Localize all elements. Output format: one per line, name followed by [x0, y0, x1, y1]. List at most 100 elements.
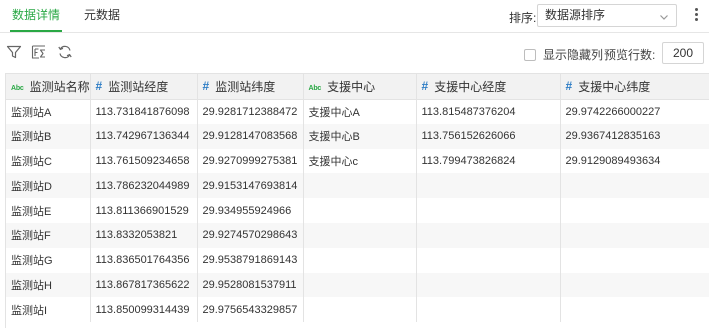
table-cell[interactable]	[560, 297, 709, 323]
table-cell[interactable]: 113.8332053821	[90, 222, 198, 248]
tab-bar: 数据详情 元数据 排序: 数据源排序	[0, 0, 709, 33]
text-type-icon: Abc	[11, 84, 24, 92]
filter-icon[interactable]	[6, 44, 22, 60]
preview-rows-label: 预览行数:	[604, 48, 656, 62]
table-cell[interactable]: 113.799473826824	[416, 148, 561, 174]
preview-rows-input[interactable]	[662, 42, 704, 64]
table-cell[interactable]: 29.9129089493634	[560, 148, 709, 174]
column-header[interactable]: # 支援中心纬度	[560, 74, 709, 100]
table-cell[interactable]	[416, 173, 561, 199]
table-cell[interactable]	[560, 247, 709, 273]
table-cell[interactable]: 监测站D	[6, 173, 91, 199]
show-hidden-columns-toggle[interactable]: 显示隐藏列	[524, 46, 603, 63]
table-cell[interactable]	[560, 222, 709, 248]
toolbar: 显示隐藏列 预览行数:	[0, 34, 709, 72]
table-row: 监测站E 113.811366901529 29.934955924966	[6, 198, 709, 223]
tab-metadata[interactable]: 元数据	[84, 0, 120, 32]
table-cell[interactable]: 29.9274570298643	[197, 222, 304, 248]
table-cell[interactable]	[560, 173, 709, 199]
column-header[interactable]: Abc 监测站名称	[6, 74, 91, 100]
refresh-icon[interactable]	[57, 44, 73, 60]
data-table: Abc 监测站名称 # 监测站经度 # 监测站纬度 Abc 支援中心 # 支援中心经度 #…	[6, 74, 709, 323]
table-cell[interactable]	[303, 247, 417, 273]
table-cell[interactable]: 29.9153147693814	[197, 173, 304, 199]
table-cell[interactable]	[416, 297, 561, 323]
column-header[interactable]: # 监测站纬度	[197, 74, 304, 100]
table-cell[interactable]: 29.9538791869143	[197, 247, 304, 273]
table-cell[interactable]: 29.9270999275381	[197, 148, 304, 174]
table-cell[interactable]: 监测站A	[6, 99, 91, 124]
table-cell[interactable]: 29.934955924966	[197, 198, 304, 223]
table-row: 监测站A 113.731841876098 29.9281712388472 支…	[6, 99, 709, 124]
number-type-icon: #	[565, 78, 573, 93]
table-cell[interactable]	[416, 272, 561, 298]
table-cell[interactable]: 29.9528081537911	[197, 272, 304, 298]
table-cell[interactable]: 支援中心B	[303, 123, 417, 149]
chevron-down-icon	[658, 9, 670, 21]
table-cell[interactable]: 113.811366901529	[90, 198, 198, 223]
table-cell[interactable]: 29.9281712388472	[197, 99, 304, 124]
column-header-label: 支援中心纬度	[578, 79, 651, 94]
table-cell[interactable]	[416, 198, 561, 223]
more-options-icon[interactable]	[690, 6, 702, 26]
table-row: 监测站C 113.761509234658 29.9270999275381 支…	[6, 148, 709, 174]
table-cell[interactable]	[303, 198, 417, 223]
number-type-icon: #	[421, 78, 429, 93]
data-grid: Abc 监测站名称 # 监测站经度 # 监测站纬度 Abc 支援中心 # 支援中心经度 #…	[5, 73, 709, 328]
show-hidden-label: 显示隐藏列	[543, 48, 604, 62]
table-cell[interactable]: 监测站F	[6, 222, 91, 248]
column-header-label: 支援中心经度	[434, 79, 507, 94]
table-cell[interactable]: 113.786232044989	[90, 173, 198, 199]
table-cell[interactable]: 监测站H	[6, 272, 91, 298]
table-row: 监测站I 113.850099314439 29.9756543329857	[6, 297, 709, 323]
table-cell[interactable]: 监测站I	[6, 297, 91, 323]
table-row: 监测站D 113.786232044989 29.9153147693814	[6, 173, 709, 199]
number-type-icon: #	[95, 78, 103, 93]
table-cell[interactable]: 29.9742266000227	[560, 99, 709, 124]
table-cell[interactable]: 113.742967136344	[90, 123, 198, 149]
table-cell[interactable]: 29.9128147083568	[197, 123, 304, 149]
table-row: 监测站G 113.836501764356 29.9538791869143	[6, 247, 709, 273]
table-cell[interactable]: 监测站B	[6, 123, 91, 149]
column-header[interactable]: Abc 支援中心	[303, 74, 417, 100]
table-row: 监测站F 113.8332053821 29.9274570298643	[6, 222, 709, 248]
table-cell[interactable]	[303, 173, 417, 199]
table-cell[interactable]	[303, 297, 417, 323]
table-cell[interactable]: 113.761509234658	[90, 148, 198, 174]
table-cell[interactable]	[416, 222, 561, 248]
table-cell[interactable]: 监测站E	[6, 198, 91, 223]
table-cell[interactable]	[416, 247, 561, 273]
table-cell[interactable]: 113.867817365622	[90, 272, 198, 298]
table-cell[interactable]: 113.836501764356	[90, 247, 198, 273]
column-header[interactable]: # 支援中心经度	[416, 74, 561, 100]
table-cell[interactable]	[303, 272, 417, 298]
number-type-icon: #	[202, 78, 210, 93]
sort-label: 排序:	[509, 11, 537, 25]
show-hidden-checkbox[interactable]	[524, 48, 536, 61]
table-cell[interactable]: 113.756152626066	[416, 123, 561, 149]
table-cell[interactable]	[303, 222, 417, 248]
column-header[interactable]: # 监测站经度	[90, 74, 198, 100]
table-cell[interactable]: 支援中心c	[303, 148, 417, 174]
header-row: Abc 监测站名称 # 监测站经度 # 监测站纬度 Abc 支援中心 # 支援中心经度 #…	[6, 74, 709, 100]
table-cell[interactable]: 监测站C	[6, 148, 91, 174]
column-header-label: 监测站名称	[29, 79, 90, 94]
table-cell[interactable]: 113.815487376204	[416, 99, 561, 124]
table-cell[interactable]: 29.9367412835163	[560, 123, 709, 149]
column-header-label: 监测站纬度	[215, 79, 276, 94]
table-row: 监测站B 113.742967136344 29.9128147083568 支…	[6, 123, 709, 149]
table-cell[interactable]: 29.9756543329857	[197, 297, 304, 323]
table-cell[interactable]: 113.731841876098	[90, 99, 198, 124]
sort-select[interactable]: 数据源排序	[537, 4, 677, 27]
column-header-label: 支援中心	[327, 79, 376, 94]
table-cell[interactable]: 113.850099314439	[90, 297, 198, 323]
table-cell[interactable]: 支援中心A	[303, 99, 417, 124]
sum-function-icon[interactable]	[31, 44, 47, 60]
table-row: 监测站H 113.867817365622 29.9528081537911	[6, 272, 709, 298]
table-cell[interactable]: 监测站G	[6, 247, 91, 273]
tab-data-details[interactable]: 数据详情	[10, 0, 63, 32]
table-cell[interactable]	[560, 272, 709, 298]
text-type-icon: Abc	[308, 84, 322, 92]
sort-select-value: 数据源排序	[545, 8, 606, 22]
table-cell[interactable]	[560, 198, 709, 223]
